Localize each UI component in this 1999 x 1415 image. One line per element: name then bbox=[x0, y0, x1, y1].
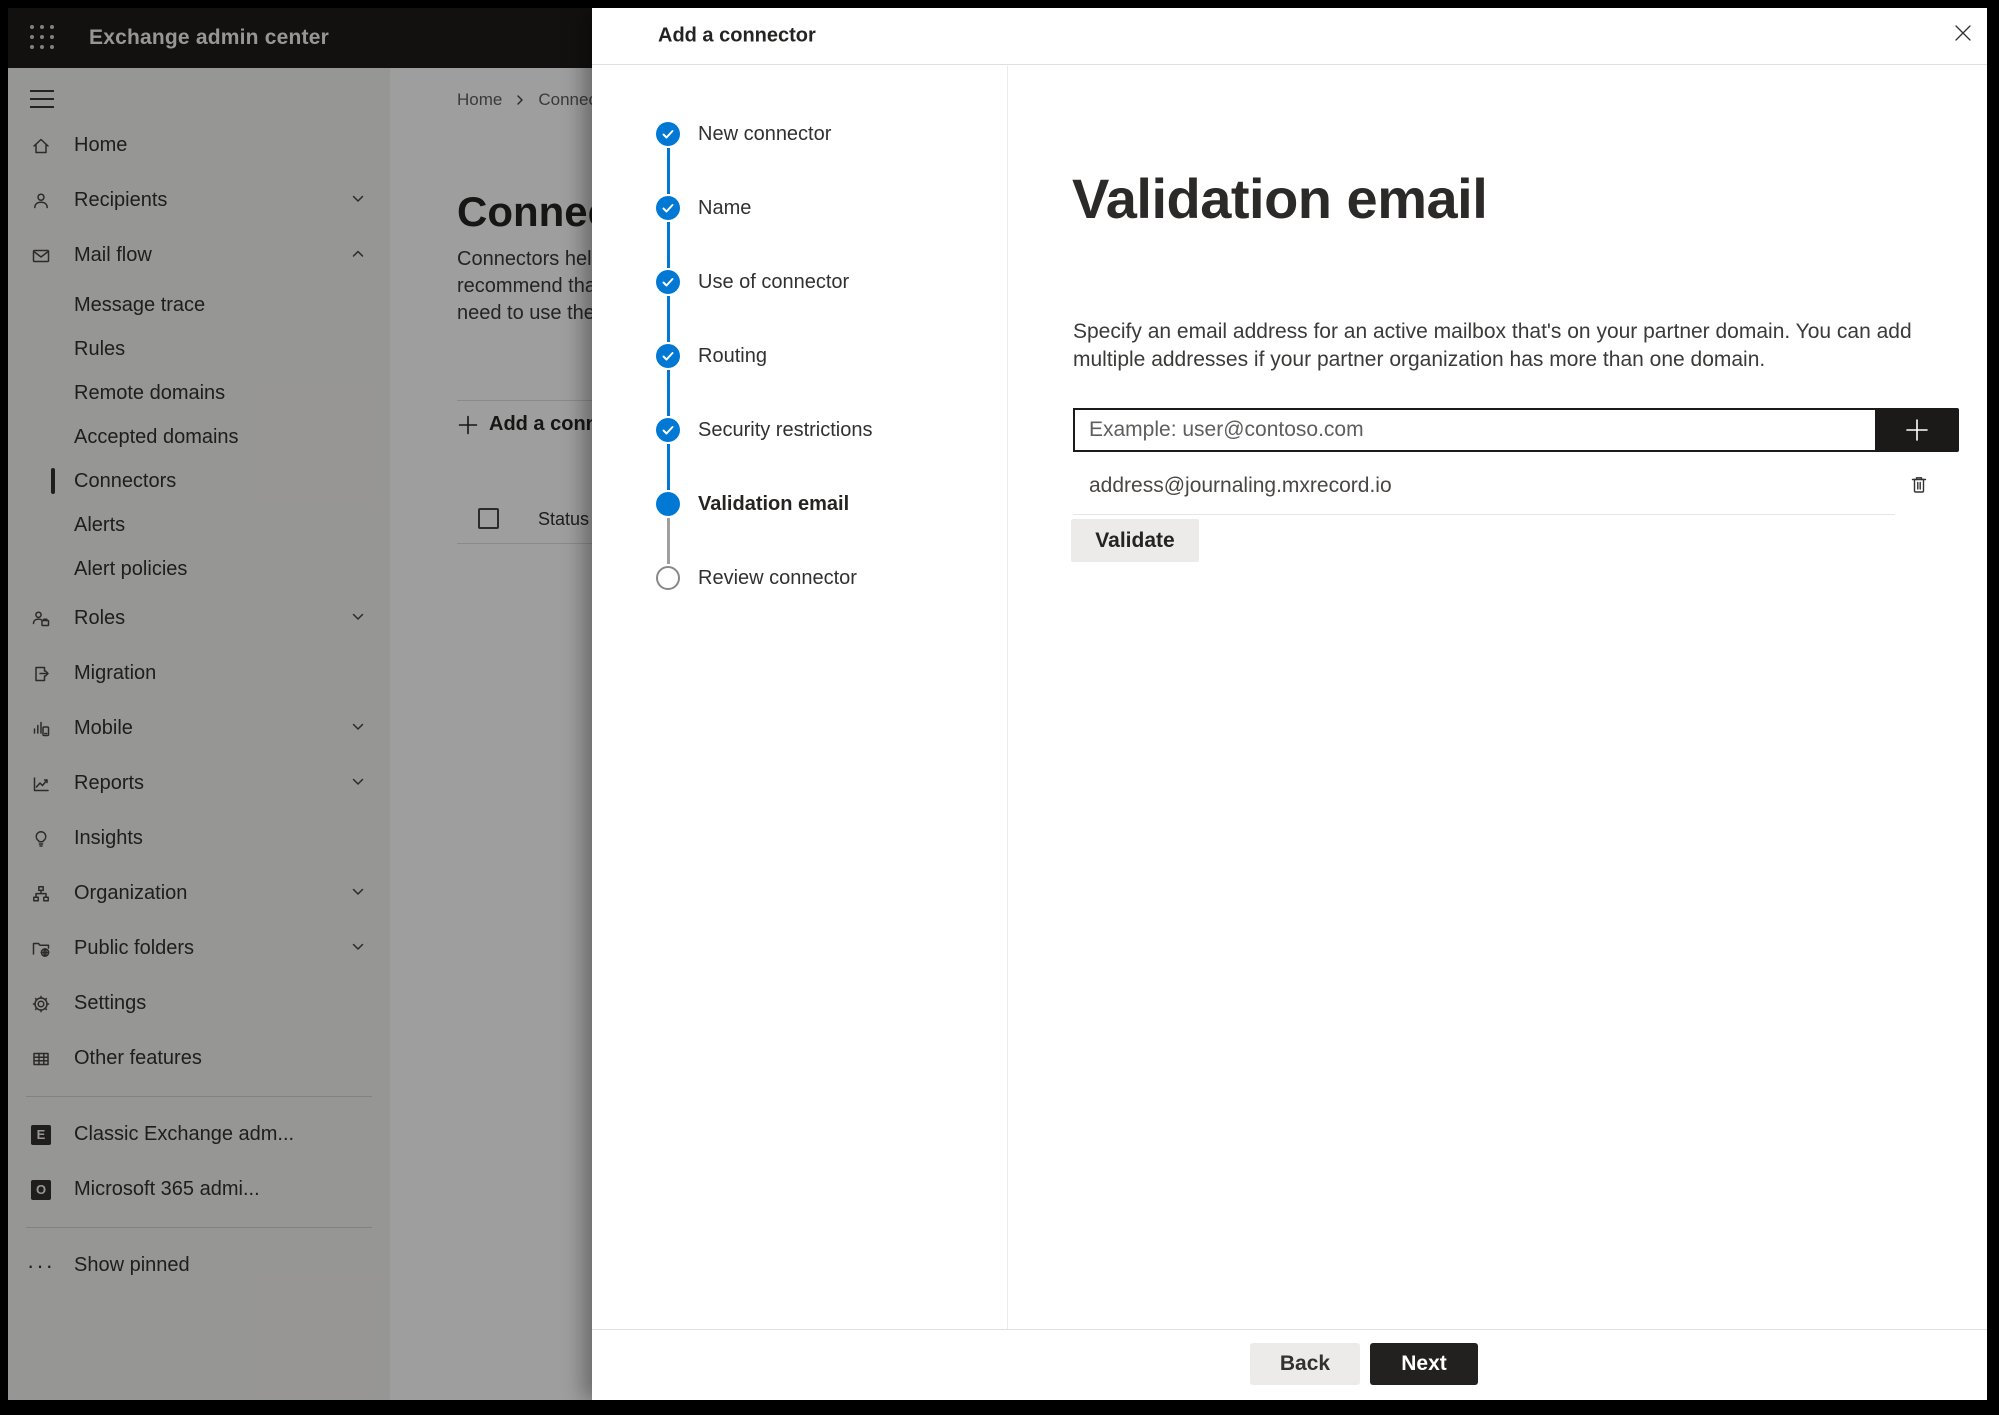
wizard-steps: New connector Name Use of connector Rout… bbox=[592, 66, 1008, 1329]
screen-frame: Exchange admin center Home Recipients Ma… bbox=[0, 0, 1999, 1415]
step-connector bbox=[666, 222, 670, 268]
panel-title: Add a connector bbox=[658, 24, 816, 47]
back-button[interactable]: Back bbox=[1250, 1343, 1360, 1385]
step-connector bbox=[666, 370, 670, 416]
step-complete-icon bbox=[656, 196, 680, 220]
step-connector bbox=[666, 148, 670, 194]
delete-address-button[interactable] bbox=[1905, 472, 1933, 500]
email-entry-row bbox=[1073, 408, 1959, 452]
step-connector bbox=[666, 444, 670, 490]
address-list-item: address@journaling.mxrecord.io bbox=[1073, 464, 1959, 508]
add-email-button[interactable] bbox=[1875, 408, 1959, 452]
step-complete-icon bbox=[656, 122, 680, 146]
step-complete-icon bbox=[656, 270, 680, 294]
step-complete-icon bbox=[656, 418, 680, 442]
address-text: address@journaling.mxrecord.io bbox=[1089, 474, 1392, 497]
step-connector bbox=[666, 518, 670, 564]
panel-content: Validation email Specify an email addres… bbox=[1009, 66, 1987, 1329]
step-complete-icon bbox=[656, 344, 680, 368]
divider bbox=[1073, 514, 1895, 515]
plus-icon bbox=[1906, 419, 1928, 441]
app-window: Exchange admin center Home Recipients Ma… bbox=[8, 8, 1987, 1400]
add-connector-panel: Add a connector New connector Name Use o… bbox=[592, 8, 1987, 1400]
step-current-icon bbox=[656, 492, 680, 516]
step-upcoming-icon bbox=[656, 566, 680, 590]
email-input[interactable] bbox=[1073, 408, 1875, 452]
panel-header: Add a connector bbox=[592, 8, 1987, 65]
close-icon[interactable] bbox=[1953, 23, 1973, 43]
panel-footer: Back Next bbox=[592, 1329, 1987, 1400]
next-button[interactable]: Next bbox=[1370, 1343, 1478, 1385]
step-description: Specify an email address for an active m… bbox=[1073, 320, 1912, 371]
validate-button[interactable]: Validate bbox=[1071, 519, 1199, 562]
step-heading: Validation email bbox=[1072, 167, 1488, 230]
step-connector bbox=[666, 296, 670, 342]
